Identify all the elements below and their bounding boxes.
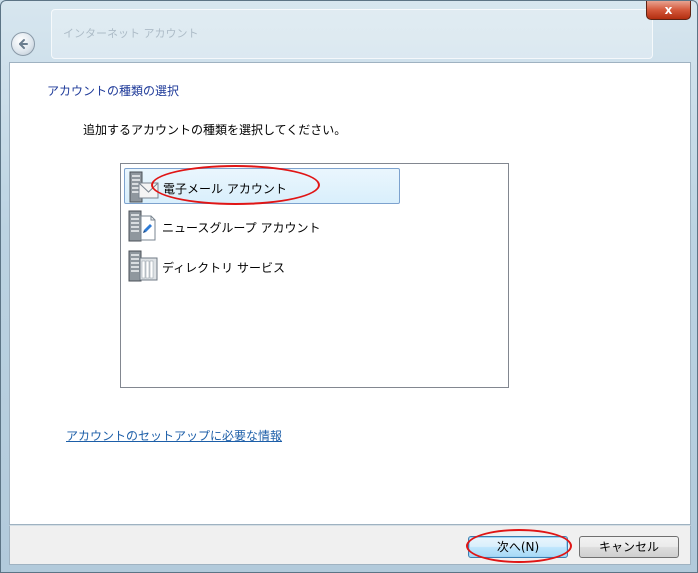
list-item-directory-service[interactable]: ディレクトリ サービス [124,248,400,284]
cancel-button[interactable]: キャンセル [579,536,679,558]
dialog-window: インターネット アカウント x アカウントの種類の選択 追加するアカウントの種類… [0,0,698,573]
wizard-button-bar: 次へ(N) キャンセル [9,525,691,565]
next-button[interactable]: 次へ(N) [468,536,568,558]
close-button[interactable]: x [646,1,691,20]
newsgroup-server-icon [128,210,156,242]
wizard-content-panel: アカウントの種類の選択 追加するアカウントの種類を選択してください。 電子メール… [9,62,691,525]
page-heading: アカウントの種類の選択 [47,84,180,98]
account-setup-help-link[interactable]: アカウントのセットアップに必要な情報 [66,427,282,444]
list-item-label: ディレクトリ サービス [162,261,285,275]
account-type-list[interactable]: 電子メール アカウント ニュースグループ アカウント ディレクトリ サービス [120,163,509,388]
back-button[interactable] [11,32,35,56]
list-item-email-account[interactable]: 電子メール アカウント [124,168,400,204]
back-arrow-icon [19,39,28,49]
list-item-label: 電子メール アカウント [163,182,287,196]
background-window-title: インターネット アカウント [63,27,199,40]
email-server-icon [129,171,159,203]
list-item-label: ニュースグループ アカウント [162,221,321,235]
instruction-text: 追加するアカウントの種類を選択してください。 [83,123,347,137]
directory-server-icon [128,250,158,282]
list-item-newsgroup-account[interactable]: ニュースグループ アカウント [124,208,400,244]
